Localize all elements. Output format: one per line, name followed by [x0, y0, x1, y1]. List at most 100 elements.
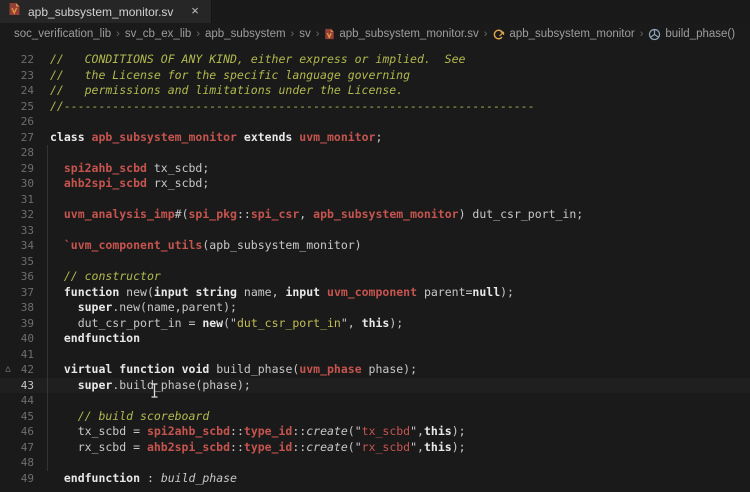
code-segment: #( — [175, 207, 189, 221]
code-segment: this — [424, 424, 452, 438]
code-segment: " — [410, 424, 417, 438]
code-segment: input — [285, 285, 320, 299]
method-icon — [648, 28, 661, 41]
breadcrumb-label: soc_verification_lib — [14, 28, 111, 40]
line-number: 31 — [0, 192, 34, 208]
breadcrumb-item-sv_cb_ex_lib[interactable]: sv_cb_ex_lib — [125, 28, 191, 40]
code-segment: , — [299, 207, 313, 221]
code-segment — [50, 300, 78, 314]
code-segment: // constructor — [64, 269, 161, 283]
code-segment: build_phase( — [209, 362, 299, 376]
breadcrumb-separator-icon: › — [484, 28, 488, 40]
code-segment: " — [355, 440, 362, 454]
code-line-37[interactable]: 37 function new(input string name, input… — [0, 285, 750, 301]
sv-file-icon — [324, 28, 335, 40]
breadcrumb-item-apb_subsystem[interactable]: apb_subsystem — [205, 28, 286, 40]
line-number: 43 — [0, 378, 34, 394]
code-segment — [50, 378, 78, 392]
breadcrumb-separator-icon: › — [640, 28, 644, 40]
code-segment: // the License for the specific language… — [50, 68, 410, 82]
line-number: 37 — [0, 285, 34, 301]
code-segment: void — [182, 362, 210, 376]
code-segment — [237, 130, 244, 144]
code-line-38[interactable]: 38 super.new(name,parent); — [0, 300, 750, 316]
breadcrumb-separator-icon: › — [116, 28, 120, 40]
code-segment: new — [202, 316, 223, 330]
code-segment: uvm_monitor — [299, 130, 375, 144]
line-number: 44 — [0, 393, 34, 409]
code-line-26[interactable]: 26 — [0, 114, 750, 130]
breadcrumb-item-build_phase[interactable]: build_phase() — [648, 28, 735, 41]
code-segment: extends — [244, 130, 292, 144]
code-segment — [50, 285, 64, 299]
close-icon[interactable]: × — [187, 4, 203, 20]
code-line-42[interactable]: 42 virtual function void build_phase(uvm… — [0, 362, 750, 378]
code-line-28[interactable]: 28 — [0, 145, 750, 161]
code-text: class apb_subsystem_monitor extends uvm_… — [50, 130, 382, 146]
code-line-46[interactable]: 46 tx_scbd = spi2ahb_scbd::type_id::crea… — [0, 424, 750, 440]
editor-tab[interactable]: apb_subsystem_monitor.sv × — [0, 0, 212, 23]
code-line-30[interactable]: 30 ahb2spi_scbd rx_scbd; — [0, 176, 750, 192]
code-line-27[interactable]: 27class apb_subsystem_monitor extends uv… — [0, 130, 750, 146]
code-line-32[interactable]: 32 uvm_analysis_imp#(spi_pkg::spi_csr, a… — [0, 207, 750, 223]
code-line-22[interactable]: 22// CONDITIONS OF ANY KIND, either expr… — [0, 52, 750, 68]
code-segment: input — [154, 285, 189, 299]
code-line-47[interactable]: 47 rx_scbd = ahb2spi_scbd::type_id::crea… — [0, 440, 750, 456]
breadcrumb: soc_verification_lib › sv_cb_ex_lib › apb_su… — [0, 23, 750, 45]
code-segment: type_id — [244, 424, 292, 438]
code-line-23[interactable]: 23// the License for the specific langua… — [0, 68, 750, 84]
code-segment: :: — [237, 207, 251, 221]
code-line-45[interactable]: 45 // build scoreboard — [0, 409, 750, 425]
breadcrumb-item-soc_verification_lib[interactable]: soc_verification_lib — [14, 28, 111, 40]
code-segment — [50, 207, 64, 221]
code-line-24[interactable]: 24// permissions and limitations under t… — [0, 83, 750, 99]
code-segment: ( — [348, 424, 355, 438]
code-segment: name, — [237, 285, 285, 299]
code-line-48[interactable]: 48 — [0, 455, 750, 471]
code-line-36[interactable]: 36 // constructor — [0, 269, 750, 285]
breadcrumb-separator-icon: › — [196, 28, 200, 40]
breadcrumb-label: apb_subsystem — [205, 28, 286, 40]
code-text: `uvm_component_utils(apb_subsystem_monit… — [50, 238, 362, 254]
code-segment: apb_subsystem_monitor — [313, 207, 458, 221]
code-editor[interactable]: 22// CONDITIONS OF ANY KIND, either expr… — [0, 45, 750, 492]
line-number: 28 — [0, 145, 34, 161]
breadcrumb-item-apb_subsystem_monitor.sv[interactable]: apb_subsystem_monitor.sv — [324, 28, 478, 40]
code-line-39[interactable]: 39 dut_csr_port_in = new("dut_csr_port_i… — [0, 316, 750, 332]
code-text: super.build_phase(phase); — [50, 378, 251, 394]
code-segment: .new(name,parent); — [112, 300, 237, 314]
line-number: 29 — [0, 161, 34, 177]
code-text: super.new(name,parent); — [50, 300, 237, 316]
breadcrumb-separator-icon: › — [291, 28, 295, 40]
code-line-35[interactable]: 35 — [0, 254, 750, 270]
breadcrumb-label: build_phase() — [665, 28, 735, 40]
code-segment: string — [195, 285, 237, 299]
code-text: // the License for the specific language… — [50, 68, 410, 84]
line-number: 33 — [0, 223, 34, 239]
code-segment: build_phase — [161, 471, 237, 485]
breadcrumb-separator-icon: › — [316, 28, 320, 40]
code-segment: super — [78, 378, 113, 392]
code-line-31[interactable]: 31 — [0, 192, 750, 208]
breadcrumb-label: sv_cb_ex_lib — [125, 28, 191, 40]
line-number: 48 — [0, 455, 34, 471]
code-line-34[interactable]: 34 `uvm_component_utils(apb_subsystem_mo… — [0, 238, 750, 254]
code-line-43[interactable]: 43 super.build_phase(phase); — [0, 378, 750, 394]
code-text: endfunction — [50, 331, 140, 347]
code-segment — [50, 331, 64, 345]
code-text: uvm_analysis_imp#(spi_pkg::spi_csr, apb_… — [50, 207, 583, 223]
code-text: dut_csr_port_in = new("dut_csr_port_in",… — [50, 316, 403, 332]
breadcrumb-item-apb_subsystem_monitor[interactable]: apb_subsystem_monitor — [492, 28, 634, 41]
code-line-49[interactable]: 49 endfunction : build_phase — [0, 471, 750, 487]
code-line-41[interactable]: 41 — [0, 347, 750, 363]
breadcrumb-item-sv[interactable]: sv — [299, 28, 311, 40]
code-line-44[interactable]: 44 — [0, 393, 750, 409]
code-line-33[interactable]: 33 — [0, 223, 750, 239]
code-line-25[interactable]: 25//------------------------------------… — [0, 99, 750, 115]
code-line-40[interactable]: 40 endfunction — [0, 331, 750, 347]
fold-marker-icon[interactable]: △ — [2, 363, 14, 375]
code-segment: function — [119, 362, 174, 376]
code-segment: : — [140, 471, 161, 485]
code-segment: create — [306, 424, 348, 438]
code-line-29[interactable]: 29 spi2ahb_scbd tx_scbd; — [0, 161, 750, 177]
